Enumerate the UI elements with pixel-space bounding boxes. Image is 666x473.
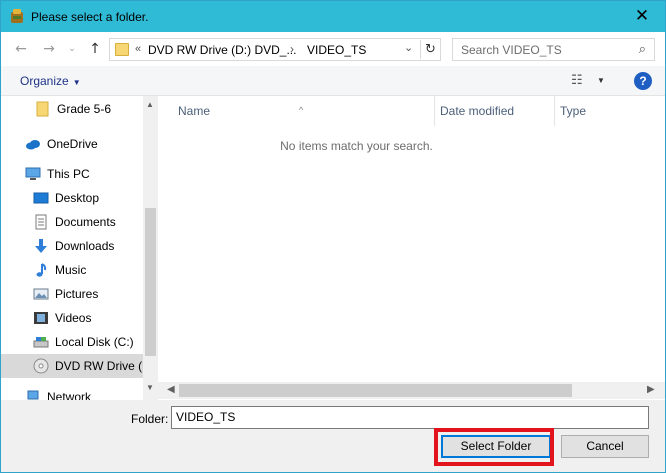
search-icon[interactable]: ⌕ <box>639 42 646 57</box>
folder-field-label: Folder: <box>131 412 169 426</box>
column-header-label: Name <box>178 104 211 118</box>
sidebar-item-grade-5-6[interactable]: Grade 5-6 <box>1 97 143 121</box>
cloud-icon <box>25 136 41 152</box>
sidebar-item-label: Pictures <box>55 287 99 301</box>
folder-name-input[interactable]: VIDEO_TS <box>171 406 649 429</box>
breadcrumb-video-ts[interactable]: VIDEO_TS <box>307 43 366 57</box>
sidebar-item-documents[interactable]: Documents <box>1 210 143 234</box>
organize-menu-button[interactable]: Organize ▼ <box>20 74 81 88</box>
disk-icon <box>33 334 49 350</box>
dvd-icon <box>33 358 49 374</box>
scrollbar-thumb[interactable] <box>145 208 156 356</box>
folder-picker-dialog: Please select a folder. ✕ ← → ⌄ ↑ « DVD … <box>0 0 666 473</box>
organize-label: Organize <box>20 74 69 88</box>
network-icon <box>25 389 41 400</box>
select-folder-button[interactable]: Select Folder <box>441 435 551 458</box>
breadcrumb-separator-icon[interactable]: › <box>290 42 294 56</box>
sidebar-item-label: Network <box>47 390 92 400</box>
sidebar-item-network[interactable]: Network <box>1 385 143 400</box>
sidebar-item-local-disk[interactable]: Local Disk (C:) <box>1 330 143 354</box>
videos-icon <box>33 310 49 326</box>
sidebar-item-label: This PC <box>47 167 90 181</box>
scrollbar-thumb[interactable] <box>179 384 572 397</box>
sidebar-item-label: OneDrive <box>47 137 98 151</box>
download-icon <box>33 238 49 254</box>
empty-results-message: No items match your search. <box>280 139 433 153</box>
up-arrow-icon[interactable]: ↑ <box>87 39 103 59</box>
scroll-down-icon[interactable]: ▼ <box>146 383 154 392</box>
sidebar-item-label: Downloads <box>55 239 115 253</box>
address-dropdown-icon[interactable]: ⌄ <box>404 41 413 54</box>
sidebar-item-dvd-drive[interactable]: DVD RW Drive (D <box>1 354 143 378</box>
sidebar-item-desktop[interactable]: Desktop <box>1 186 143 210</box>
pictures-icon <box>33 286 49 302</box>
sidebar-item-music[interactable]: Music <box>1 258 143 282</box>
scroll-right-icon[interactable]: ▶ <box>647 384 655 395</box>
recent-locations-chevron-icon[interactable]: ⌄ <box>67 39 77 59</box>
file-list-pane: Name ^ Date modified Type No items match… <box>158 96 665 400</box>
sidebar-item-label: Videos <box>55 311 92 325</box>
back-arrow-icon[interactable]: ← <box>13 39 29 59</box>
folder-icon <box>35 101 51 117</box>
sort-ascending-icon: ^ <box>299 105 304 115</box>
caret-down-icon: ▼ <box>72 78 81 87</box>
view-options-caret-icon[interactable]: ▼ <box>597 76 605 85</box>
dialog-footer: Folder: VIDEO_TS Select Folder Cancel <box>1 400 665 472</box>
column-header-name[interactable]: Name ^ <box>158 96 435 126</box>
search-input[interactable]: Search VIDEO_TS <box>461 43 562 57</box>
sidebar-item-pictures[interactable]: Pictures <box>1 282 143 306</box>
navigation-bar: ← → ⌄ ↑ « DVD RW Drive (D:) DVD_... › VI… <box>1 32 665 66</box>
window-title: Please select a folder. <box>31 9 149 24</box>
forward-arrow-icon[interactable]: → <box>41 39 57 59</box>
help-icon[interactable]: ? <box>634 72 652 90</box>
music-icon <box>33 262 49 278</box>
breadcrumb-overflow-icon[interactable]: « <box>135 43 141 55</box>
close-icon[interactable]: ✕ <box>633 7 651 25</box>
column-header-date-modified[interactable]: Date modified <box>435 96 555 126</box>
file-list-horizontal-scrollbar[interactable]: ◀ ▶ <box>158 382 665 399</box>
scroll-up-icon[interactable]: ▲ <box>146 100 154 109</box>
cancel-button[interactable]: Cancel <box>561 435 649 458</box>
documents-icon <box>33 214 49 230</box>
change-view-icon[interactable]: ☷ <box>571 73 583 88</box>
command-toolbar: Organize ▼ ☷ ▼ ? <box>1 66 665 96</box>
sidebar-item-label: Desktop <box>55 191 100 205</box>
sidebar-item-label: Grade 5-6 <box>57 102 112 116</box>
sidebar-item-label: DVD RW Drive (D <box>55 359 143 373</box>
app-icon <box>9 8 25 25</box>
column-header-label: Date modified <box>440 104 515 118</box>
column-header-label: Type <box>560 104 587 118</box>
sidebar-item-label: Local Disk (C:) <box>55 335 134 349</box>
scroll-left-icon[interactable]: ◀ <box>167 384 175 395</box>
address-bar[interactable]: « DVD RW Drive (D:) DVD_... › VIDEO_TS ⌄… <box>109 38 441 61</box>
sidebar-item-downloads[interactable]: Downloads <box>1 234 143 258</box>
title-bar: Please select a folder. ✕ <box>1 1 665 32</box>
column-header-type[interactable]: Type <box>555 96 665 126</box>
computer-icon <box>25 166 41 182</box>
sidebar-item-videos[interactable]: Videos <box>1 306 143 330</box>
sidebar-item-onedrive[interactable]: OneDrive <box>1 132 143 156</box>
nav-pane-scrollbar[interactable]: ▲ ▼ <box>143 96 158 400</box>
folder-icon <box>115 43 129 56</box>
refresh-icon[interactable]: ↻ <box>420 40 440 59</box>
sidebar-item-this-pc[interactable]: This PC <box>1 162 143 186</box>
search-box[interactable]: Search VIDEO_TS ⌕ <box>452 38 655 61</box>
sidebar-item-label: Documents <box>55 215 116 229</box>
sidebar-item-label: Music <box>55 263 87 277</box>
navigation-pane: Grade 5-6 OneDrive This PC Desktop Docum… <box>1 96 158 400</box>
breadcrumb-dvd-drive[interactable]: DVD RW Drive (D:) DVD_... <box>148 43 296 57</box>
desktop-icon <box>33 190 49 206</box>
